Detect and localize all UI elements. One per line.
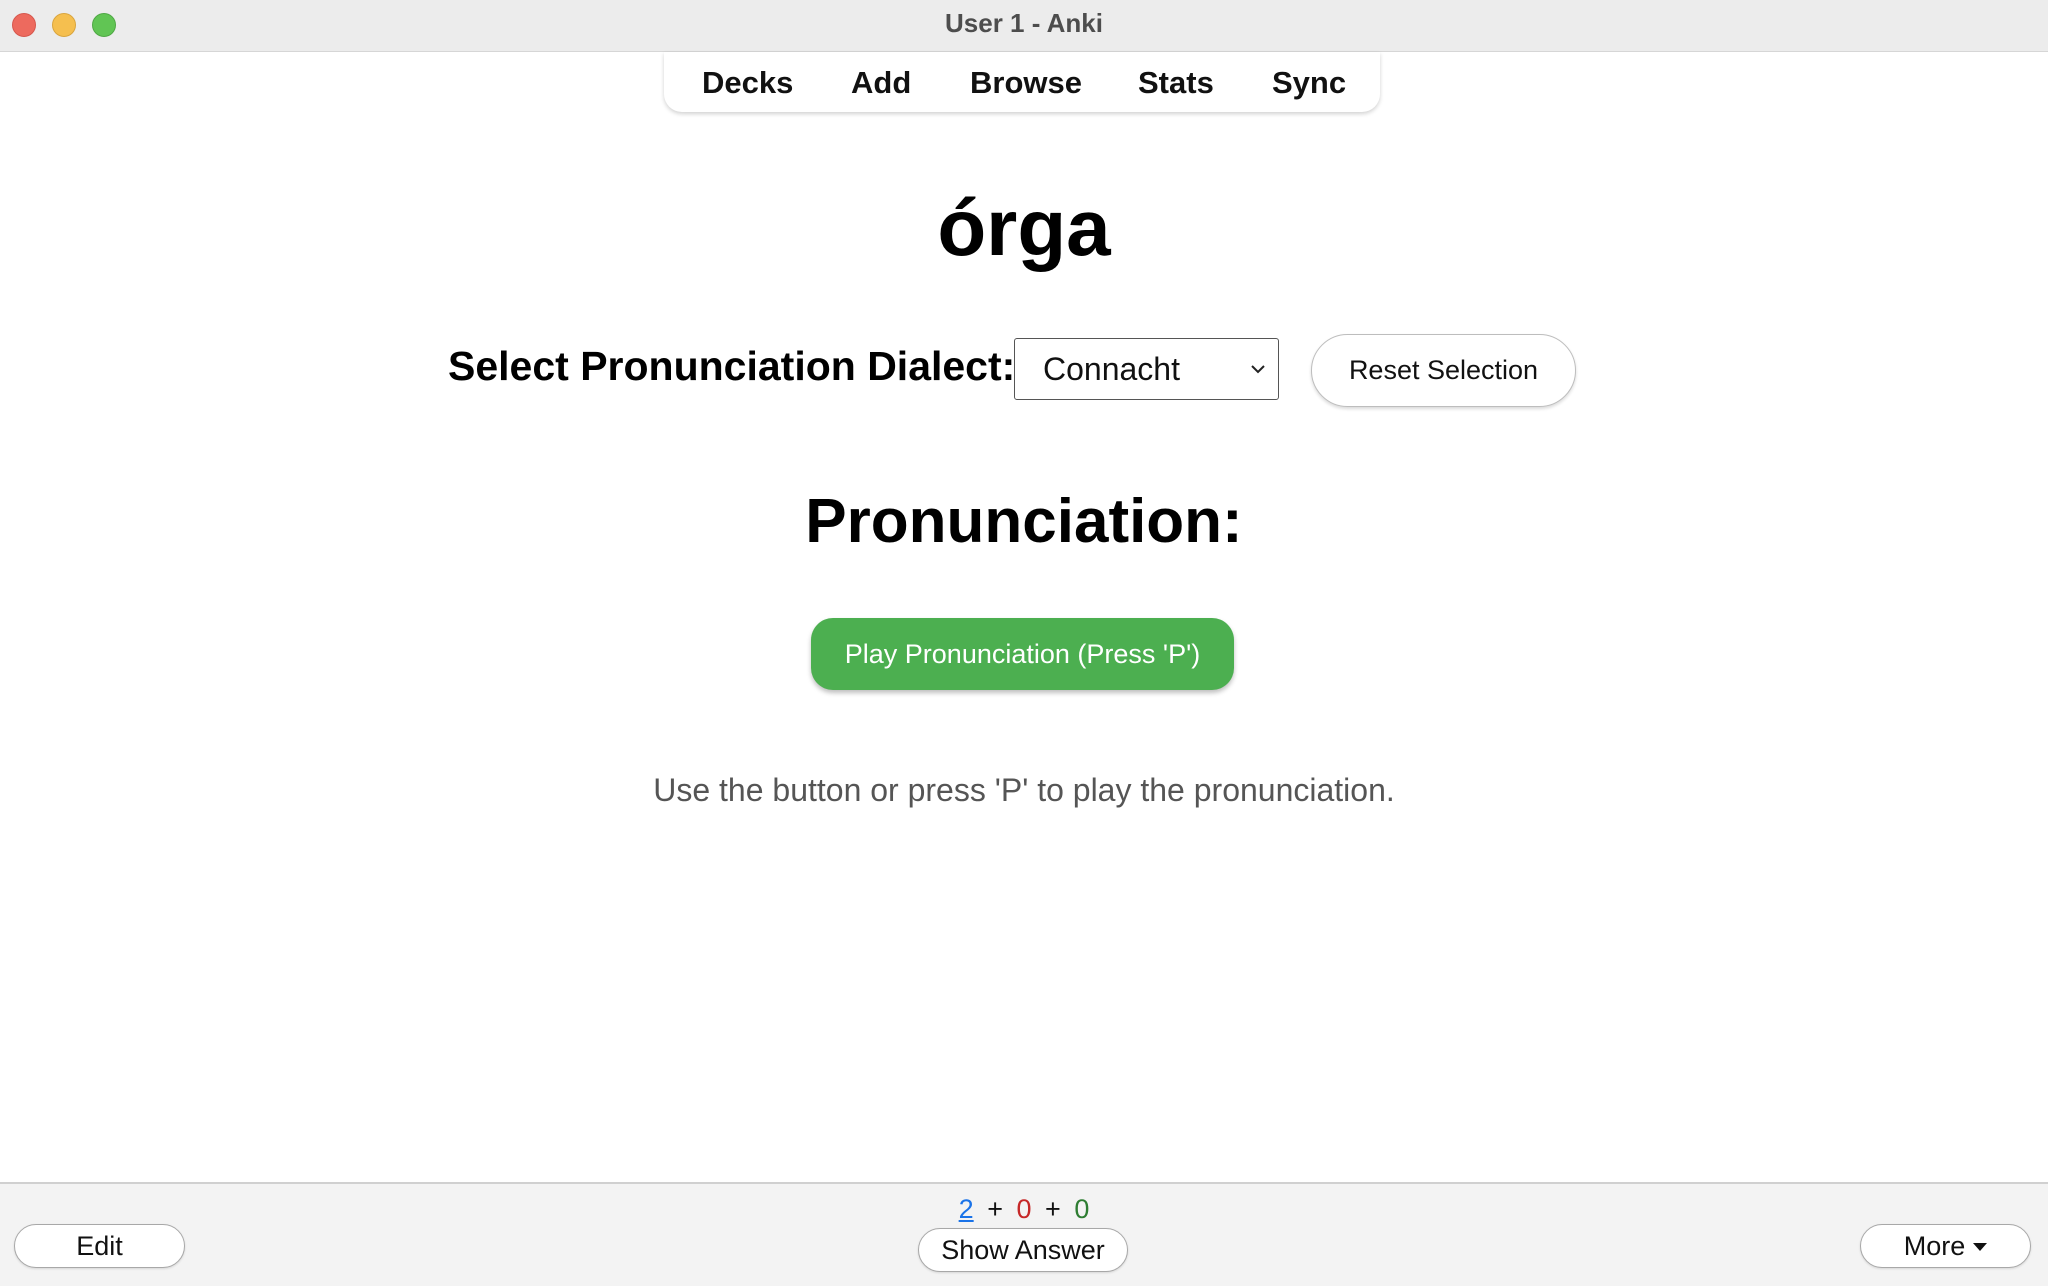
edit-button[interactable]: Edit [14,1224,185,1268]
count-separator: + [987,1194,1003,1224]
anki-window: User 1 - Anki Decks Add Browse Stats Syn… [0,0,2048,1286]
play-pronunciation-button[interactable]: Play Pronunciation (Press 'P') [811,618,1234,690]
toolbar-decks[interactable]: Decks [702,60,793,106]
more-button[interactable]: More [1860,1224,2031,1268]
toolbar-add[interactable]: Add [851,60,911,106]
pronunciation-heading: Pronunciation: [805,487,1243,556]
more-label: More [1903,1231,1966,1261]
toolbar-sync[interactable]: Sync [1272,60,1346,106]
main-toolbar: Decks Add Browse Stats Sync [664,52,1380,112]
dialect-select-value: Connacht [1043,351,1180,387]
pronunciation-hint: Use the button or press 'P' to play the … [653,772,1395,808]
chevron-down-icon [1251,365,1265,374]
card-word: órga [937,183,1111,272]
window-title: User 1 - Anki [945,8,1103,38]
bottom-bar: Edit 2 + 0 + 0 Show Answer More [0,1182,2048,1286]
toolbar-stats[interactable]: Stats [1138,60,1214,106]
toolbar-browse[interactable]: Browse [970,60,1082,106]
due-counts: 2 + 0 + 0 [0,1192,2048,1226]
caret-down-icon [1973,1242,1988,1251]
dialect-label: Select Pronunciation Dialect: [448,343,1016,389]
reset-selection-button[interactable]: Reset Selection [1311,334,1576,407]
count-separator: + [1045,1194,1061,1224]
new-count[interactable]: 2 [959,1194,974,1224]
review-count: 0 [1074,1194,1090,1224]
dialect-select[interactable]: Connacht [1014,338,1279,400]
show-answer-button[interactable]: Show Answer [918,1228,1128,1272]
title-bar: User 1 - Anki [0,0,2048,52]
learning-count: 0 [1016,1194,1032,1224]
